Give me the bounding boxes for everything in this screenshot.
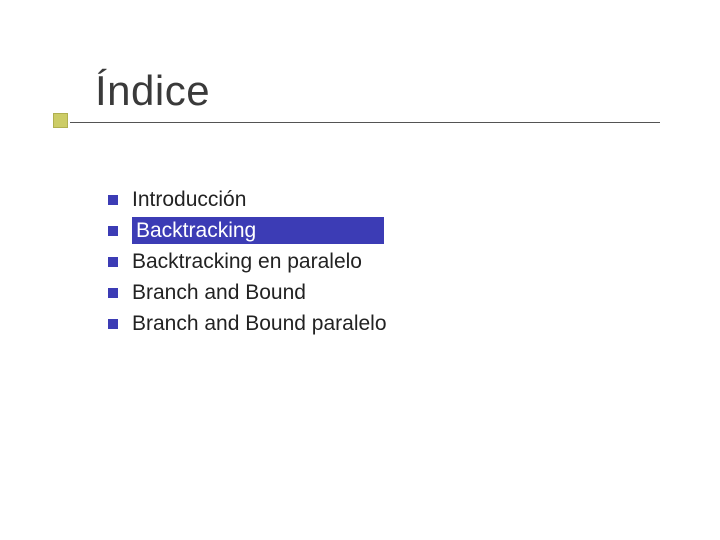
list-item: Introducción <box>108 185 588 214</box>
list-item: Backtracking <box>108 216 588 245</box>
list-item-label: Branch and Bound paralelo <box>132 312 387 335</box>
bullet-icon <box>108 195 118 205</box>
slide-title: Índice <box>95 68 655 114</box>
highlight-box: Backtracking <box>132 217 384 244</box>
list-item: Backtracking en paralelo <box>108 247 588 276</box>
bullet-icon <box>108 288 118 298</box>
list-item: Branch and Bound <box>108 278 588 307</box>
slide: Índice Introducción Backtracking Backtra… <box>0 0 720 540</box>
list-item-label: Branch and Bound <box>132 281 306 304</box>
list-item-label: Backtracking <box>136 219 256 242</box>
list-item: Branch and Bound paralelo <box>108 309 588 338</box>
title-accent-square <box>53 113 68 128</box>
bullet-icon <box>108 257 118 267</box>
title-underline <box>70 122 660 123</box>
bullet-icon <box>108 226 118 236</box>
list-item-label: Introducción <box>132 188 246 211</box>
list-item-label: Backtracking en paralelo <box>132 250 362 273</box>
toc-list: Introducción Backtracking Backtracking e… <box>108 185 588 340</box>
title-wrap: Índice <box>95 68 655 114</box>
bullet-icon <box>108 319 118 329</box>
